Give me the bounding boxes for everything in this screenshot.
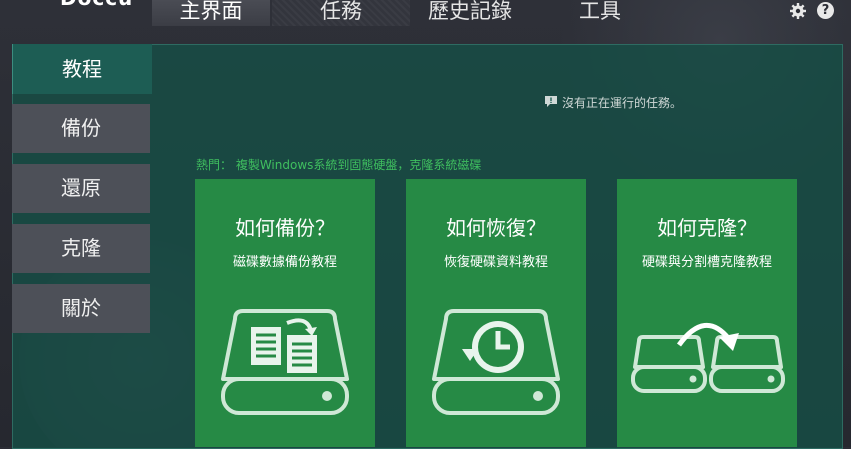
top-bar: Doccu 主界面 任務 歷史記錄 工具 ? (0, 0, 851, 26)
card-subtitle: 硬碟與分割槽克隆教程 (641, 255, 772, 270)
help-icon[interactable]: ? (817, 2, 835, 20)
chat-icon (544, 95, 558, 111)
card-subtitle: 恢復硬碟資料教程 (443, 255, 548, 270)
tab-history[interactable]: 歷史記錄 (410, 0, 530, 26)
tab-main[interactable]: 主界面 (152, 0, 270, 26)
hot-topics-link[interactable]: 熱門： 複製Windows系統到固態硬盤，克隆系統磁碟 (196, 156, 481, 173)
tab-tasks[interactable]: 任務 (272, 0, 410, 26)
app-logo: Doccu (60, 0, 133, 10)
card-subtitle: 磁碟數據備份教程 (232, 255, 337, 270)
backup-drive-icon (221, 309, 349, 415)
card-title: 如何克隆？ (657, 216, 757, 240)
sidebar-item-clone[interactable]: 克隆 (12, 224, 150, 273)
tab-tools[interactable]: 工具 (540, 0, 660, 26)
clone-tutorial-card[interactable]: 如何克隆？ 硬碟與分割槽克隆教程 (617, 179, 797, 447)
gear-icon[interactable] (789, 2, 807, 20)
restore-drive-icon (432, 309, 560, 415)
task-status: 沒有正在運行的任務。 (544, 94, 682, 111)
sidebar-item-restore[interactable]: 還原 (12, 164, 150, 213)
sidebar-item-tutorial[interactable]: 教程 (12, 44, 152, 94)
card-title: 如何恢復？ (446, 216, 546, 240)
restore-tutorial-card[interactable]: 如何恢復？ 恢復硬碟資料教程 (406, 179, 586, 447)
backup-tutorial-card[interactable]: 如何備份？ 磁碟數據備份教程 (195, 179, 375, 447)
status-text: 沒有正在運行的任務。 (562, 96, 683, 110)
sidebar-item-backup[interactable]: 備份 (12, 104, 150, 153)
clone-drive-icon (631, 322, 785, 393)
card-title: 如何備份？ (235, 216, 335, 240)
sidebar-item-about[interactable]: 關於 (12, 284, 150, 333)
